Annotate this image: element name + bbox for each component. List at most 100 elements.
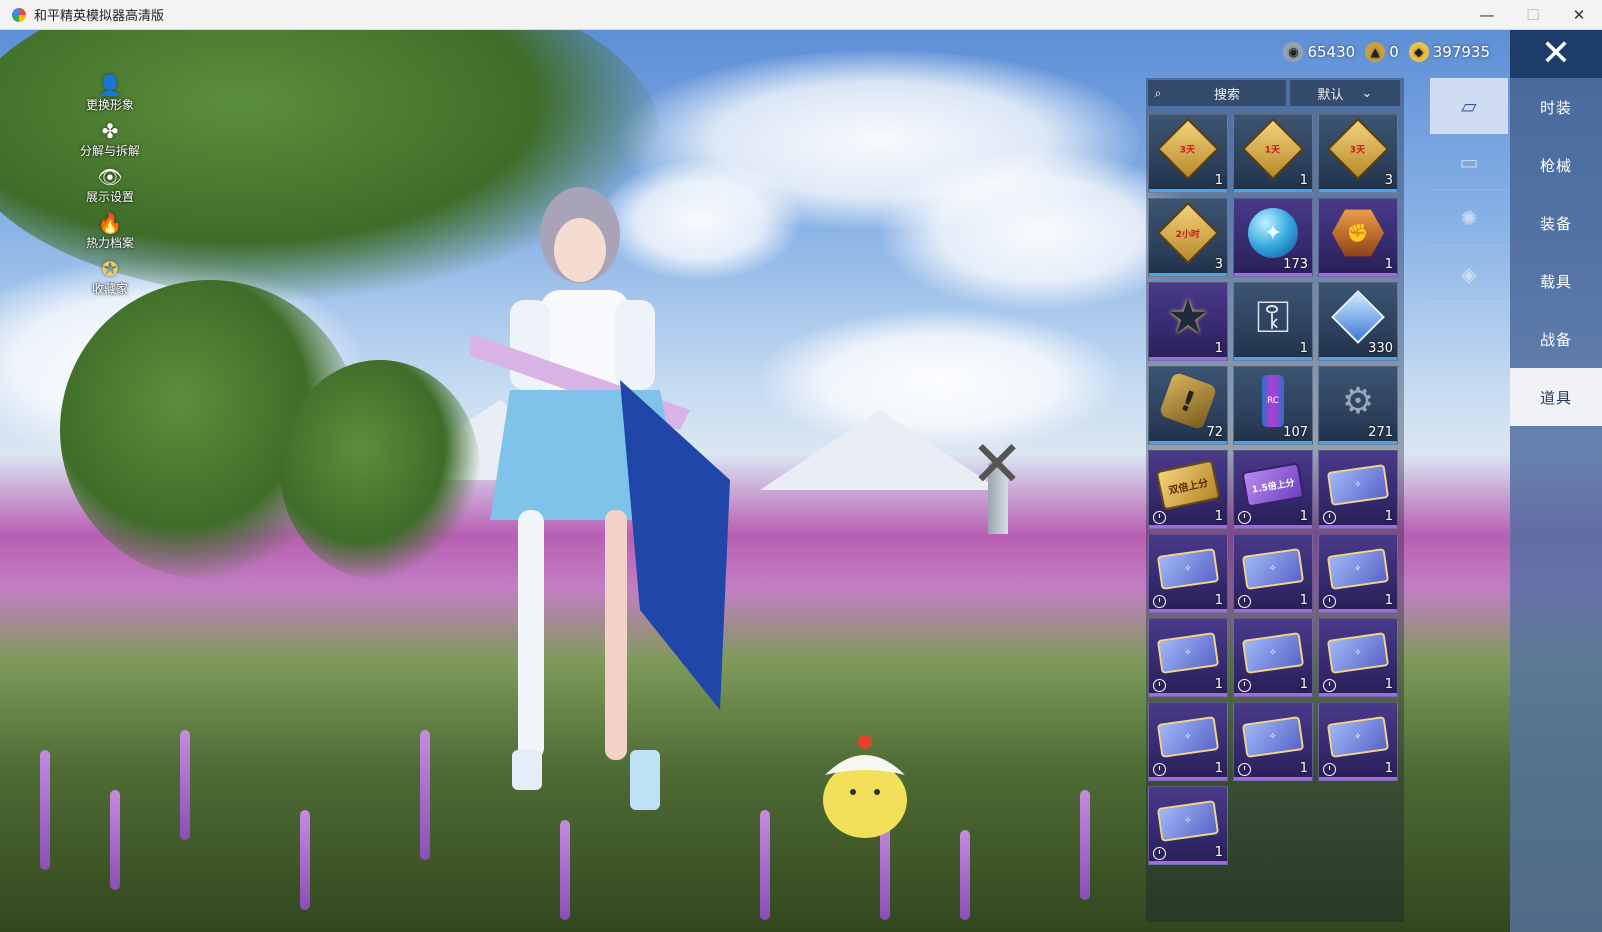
currency-value: 397935	[1432, 43, 1490, 61]
ticket-2-icon: ✧	[1156, 543, 1220, 595]
item-slot-exp-card-2x-2hour[interactable]: 2小时 3	[1148, 198, 1228, 277]
item-slot-1.5x-score-card[interactable]: 1.5倍上分 1	[1233, 450, 1313, 529]
search-icon: ⌕	[1154, 85, 1162, 100]
clock-icon	[1238, 763, 1251, 776]
ticket-7-icon: ✧	[1326, 627, 1390, 679]
exp-card-1.5x-3day-icon: 3天	[1156, 117, 1220, 181]
bush	[280, 360, 480, 580]
minimize-button[interactable]: —	[1464, 0, 1510, 30]
item-count: 3	[1214, 257, 1223, 272]
item-slot-ticket-7[interactable]: ✧ 1	[1318, 618, 1398, 697]
item-count: 107	[1283, 425, 1308, 440]
player-character[interactable]	[470, 180, 740, 830]
item-slot-blue-diamond[interactable]: 330	[1318, 282, 1398, 361]
item-slot-ticket-11[interactable]: ✧ 1	[1148, 786, 1228, 865]
item-slot-double-score-card[interactable]: 双倍上分 1	[1148, 450, 1228, 529]
item-slot-cloud-key[interactable]: ⚿ 1	[1233, 282, 1313, 361]
item-count: 1	[1214, 509, 1223, 524]
tab-fashion[interactable]: 时装	[1510, 78, 1602, 136]
spray-can-icon: RC	[1244, 375, 1302, 427]
tab-equipment[interactable]: 装备	[1510, 194, 1602, 252]
lavender	[180, 730, 190, 840]
search-input[interactable]: ⌕ 搜索	[1148, 80, 1286, 106]
maximize-button[interactable]: ☐	[1510, 0, 1556, 30]
heat-archive-button[interactable]: 🔥 热力档案	[70, 212, 150, 258]
item-slot-exclaim-token[interactable]: ! 72	[1148, 366, 1228, 445]
currency-gold[interactable]: ◆ 397935	[1408, 42, 1490, 62]
medal-badge-icon: ✊	[1329, 207, 1387, 259]
windmill-blades: ✕	[970, 428, 1024, 502]
ticket-9-icon: ✧	[1241, 711, 1305, 763]
clock-icon	[1323, 511, 1336, 524]
tab-combat-gear[interactable]: 战备	[1510, 310, 1602, 368]
lavender	[40, 750, 50, 870]
ticket-8-icon: ✧	[1156, 711, 1220, 763]
close-icon: ✕	[1540, 33, 1572, 74]
spray-gun-icon: ⚙	[1341, 380, 1375, 422]
clock-icon	[1323, 763, 1336, 776]
chest-icon: ▭	[1459, 149, 1479, 174]
item-slot-puzzle-orb[interactable]: ✦ 173	[1233, 198, 1313, 277]
puzzle-orb-icon: ✦	[1244, 207, 1302, 259]
item-slot-ticket-5[interactable]: ✧ 1	[1148, 618, 1228, 697]
item-slot-ticket-10[interactable]: ✧ 1	[1318, 702, 1398, 781]
item-slot-spray-gun[interactable]: ⚙ 271	[1318, 366, 1398, 445]
item-count: 1	[1384, 593, 1393, 608]
clock-icon	[1238, 679, 1251, 692]
pet-chick[interactable]	[815, 730, 915, 840]
exp-card-2x-2hour-icon: 2小时	[1156, 201, 1220, 265]
item-slot-medal-badge[interactable]: ✊ 1	[1318, 198, 1398, 277]
item-count: 173	[1283, 257, 1308, 272]
tab-vehicles[interactable]: 载具	[1510, 252, 1602, 310]
blue-diamond-icon	[1329, 290, 1387, 344]
tab-firearms[interactable]: 枪械	[1510, 136, 1602, 194]
left-side-menu: 👤 更换形象 ✤ 分解与拆解 👁 展示设置 🔥 热力档案 ✪ 收藏家	[70, 74, 150, 304]
currency-silver[interactable]: ◉ 65430	[1283, 42, 1355, 62]
exp-card-2x-1day-icon: 1天	[1241, 117, 1305, 181]
subtab-chests[interactable]: ▭	[1430, 134, 1508, 190]
ticket-4-icon: ✧	[1326, 543, 1390, 595]
currency-value: 65430	[1307, 43, 1356, 61]
item-grid: 3天 1 1天 1 3天 3 2小时 3 ✦ 173 ✊ 1 ★ 1 ⚿ 1 330! 72 RC 107 ⚙ 271 双倍…	[1148, 114, 1402, 865]
gold-coin-icon: ◆	[1408, 42, 1429, 62]
eye-icon: 👁	[97, 165, 123, 189]
item-slot-exp-card-1.5x-3day[interactable]: 3天 1	[1148, 114, 1228, 193]
cloud-key-icon: ⚿	[1256, 291, 1290, 343]
item-count: 72	[1206, 425, 1223, 440]
close-panel-button[interactable]: ✕	[1510, 30, 1602, 78]
item-slot-star-emblem[interactable]: ★ 1	[1148, 282, 1228, 361]
item-slot-exp-card-2x-3day[interactable]: 3天 3	[1318, 114, 1398, 193]
window-close-button[interactable]: ✕	[1556, 0, 1602, 30]
sort-dropdown[interactable]: 默认 ⌄	[1290, 80, 1400, 106]
item-count: 1	[1384, 257, 1393, 272]
subtab-fireworks[interactable]: ✺	[1430, 190, 1508, 246]
item-slot-ticket-4[interactable]: ✧ 1	[1318, 534, 1398, 613]
change-appearance-button[interactable]: 👤 更换形象	[70, 74, 150, 120]
category-tabs: 时装 枪械 装备 载具 战备 道具	[1510, 78, 1602, 426]
chevron-down-icon: ⌄	[1361, 85, 1373, 101]
lavender	[760, 810, 770, 920]
subtab-cards[interactable]: ▱	[1430, 78, 1508, 134]
menu-label: 展示设置	[85, 190, 134, 204]
item-slot-ticket-9[interactable]: ✧ 1	[1233, 702, 1313, 781]
item-count: 1	[1214, 173, 1223, 188]
item-slot-ticket-1[interactable]: ✧ 1	[1318, 450, 1398, 529]
search-placeholder: 搜索	[1213, 87, 1240, 103]
item-slot-ticket-8[interactable]: ✧ 1	[1148, 702, 1228, 781]
item-slot-ticket-2[interactable]: ✧ 1	[1148, 534, 1228, 613]
item-slot-spray-can[interactable]: RC 107	[1233, 366, 1313, 445]
tab-items[interactable]: 道具	[1510, 368, 1602, 426]
item-slot-ticket-3[interactable]: ✧ 1	[1233, 534, 1313, 613]
item-slot-ticket-6[interactable]: ✧ 1	[1233, 618, 1313, 697]
collector-button[interactable]: ✪ 收藏家	[70, 258, 150, 304]
subtab-tickets[interactable]: ◈	[1430, 246, 1508, 302]
firework-icon: ✺	[1460, 205, 1478, 230]
display-settings-button[interactable]: 👁 展示设置	[70, 166, 150, 212]
search-sort-row: ⌕ 搜索 默认 ⌄	[1148, 80, 1402, 108]
item-count: 1	[1214, 677, 1223, 692]
currency-token[interactable]: ▲ 0	[1365, 42, 1399, 62]
item-slot-exp-card-2x-1day[interactable]: 1天 1	[1233, 114, 1313, 193]
decompose-button[interactable]: ✤ 分解与拆解	[70, 120, 150, 166]
item-count: 1	[1299, 173, 1308, 188]
gold-token-icon: ▲	[1365, 42, 1386, 62]
